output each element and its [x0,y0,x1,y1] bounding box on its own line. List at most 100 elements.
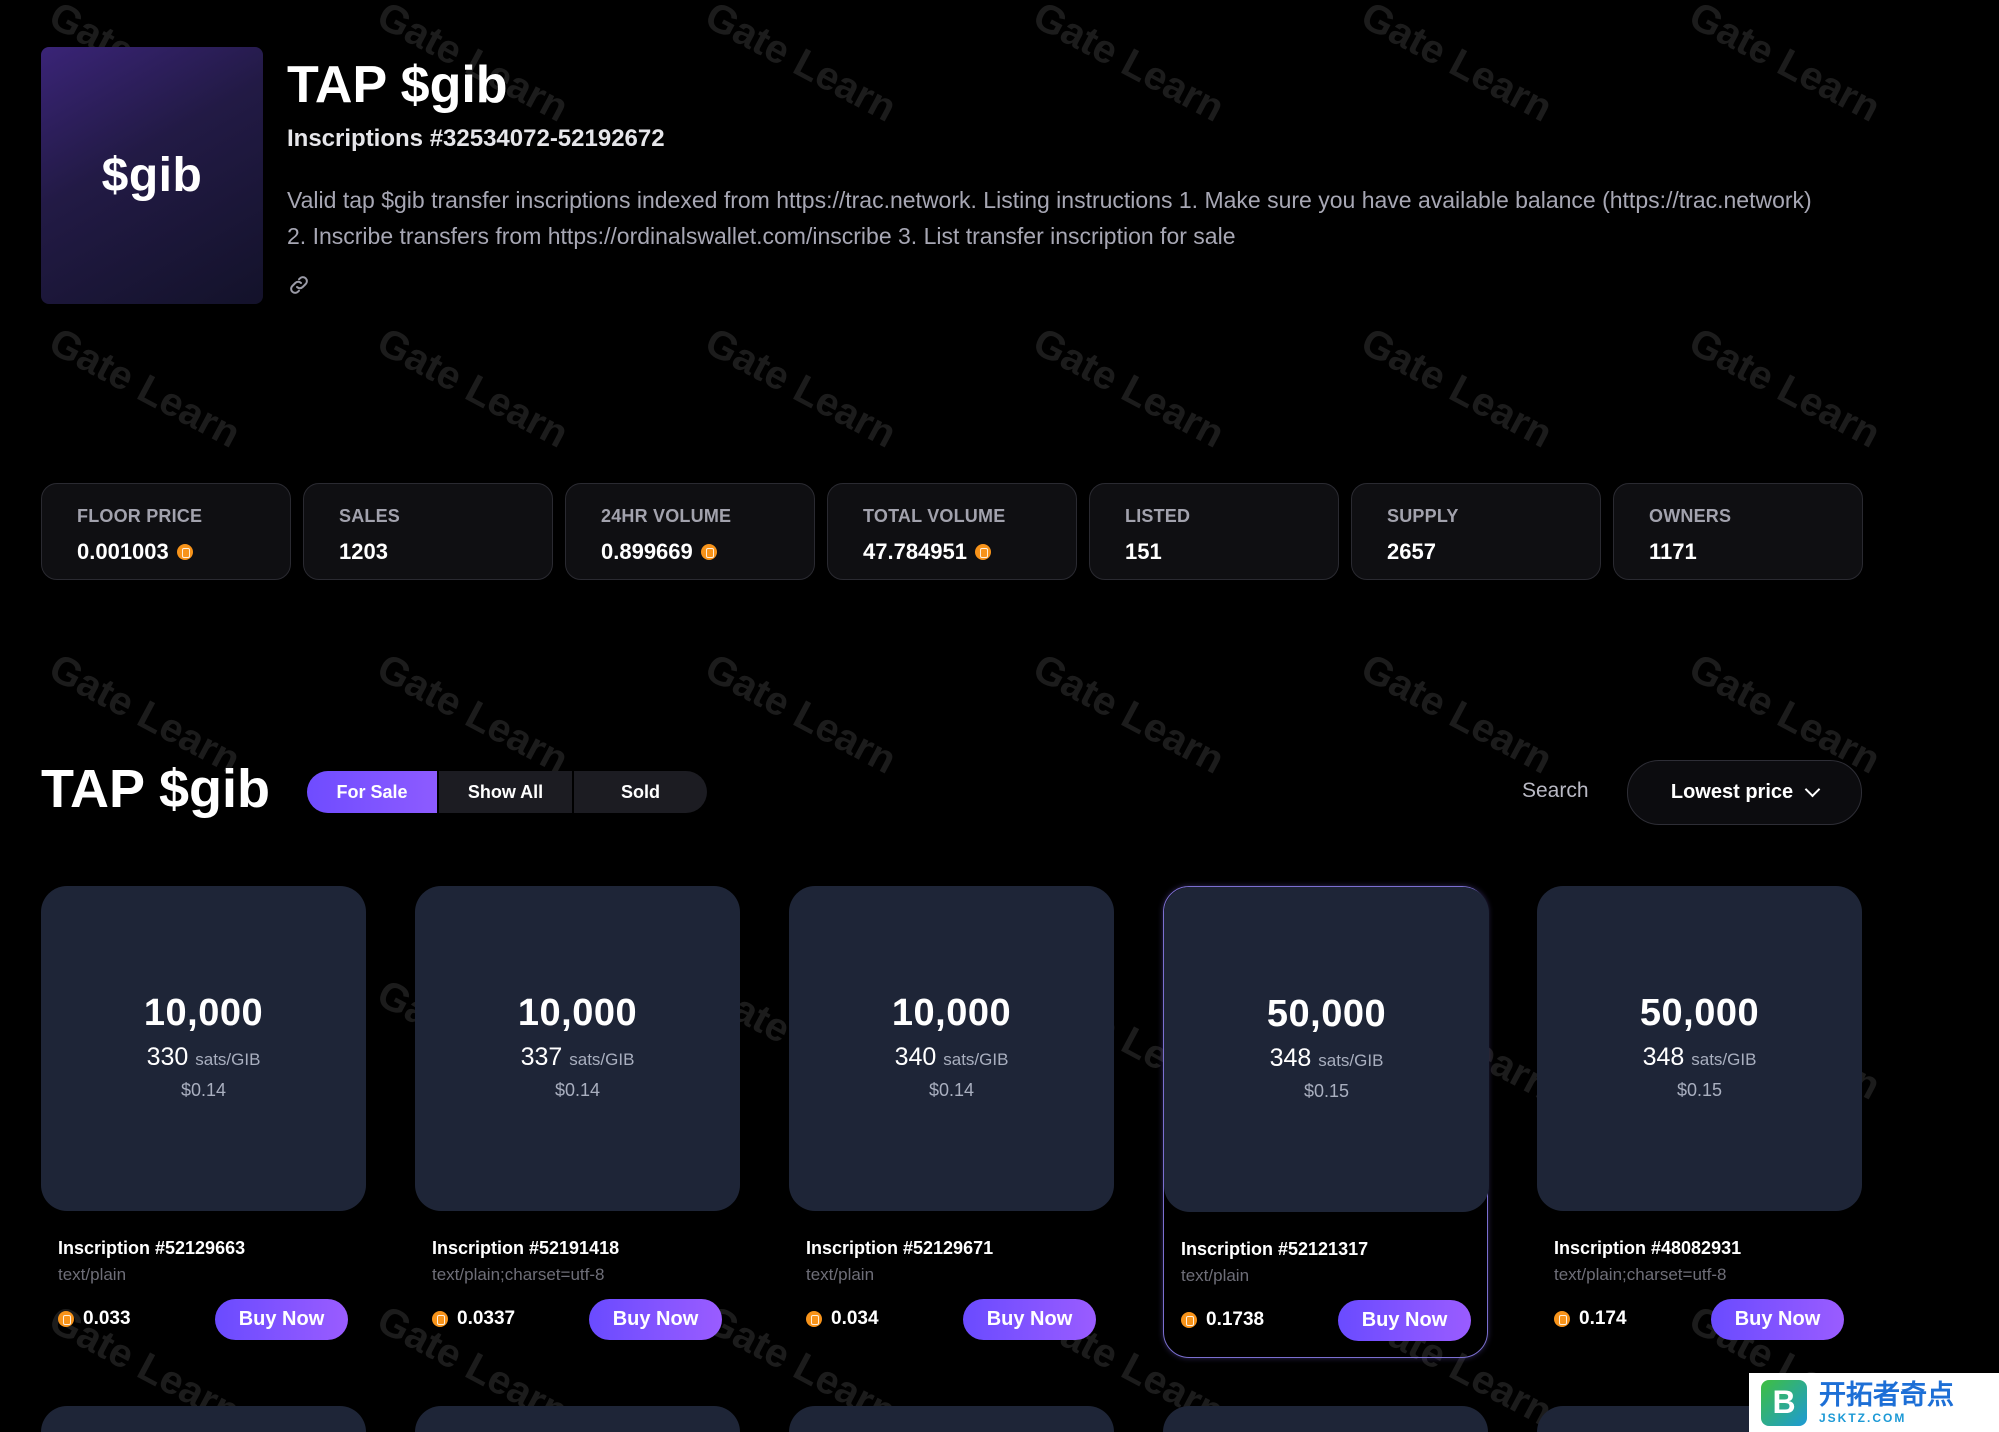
listing-price: 0.174 [1554,1308,1627,1330]
watermark-text: Gate Learn [1682,319,1888,457]
stat-card: TOTAL VOLUME 47.784951 [827,483,1077,580]
site-badge: B 开拓者奇点 JSKTZ.COM [1749,1373,1999,1432]
search-button[interactable]: Search [1522,779,1589,803]
unit-price-value: 340 [894,1043,937,1071]
stat-value-text: 0.899669 [601,539,693,564]
listing-price: 0.033 [58,1308,131,1330]
page-title: TAP $gib [287,56,508,114]
listing-filter: For Sale Show All Sold [307,771,707,813]
unit-price: 348 sats/GIB [1164,1044,1489,1073]
inscription-preview[interactable]: 10,000 330 sats/GIB $0.14 [41,886,366,1211]
stats-row: FLOOR PRICE 0.001003 SALES 1203 24HR VOLUME 0… [41,483,1863,580]
stat-value: 151 [1125,539,1338,565]
inscriptions-range: Inscriptions #32534072-52192672 [287,125,665,152]
listing-card[interactable]: 50,000 348 sats/GIB $0.15 Inscription #5212… [1163,886,1489,1358]
badge-logo: B [1761,1379,1807,1426]
buy-now-button[interactable]: Buy Now [1711,1299,1844,1340]
collection-logo: $gib [41,47,263,304]
stat-card: 24HR VOLUME 0.899669 [565,483,815,580]
unit-price-unit: sats/GIB [569,1050,635,1069]
inscription-preview[interactable]: 50,000 348 sats/GIB $0.15 [1537,886,1862,1211]
collection-logo-text: $gib [101,149,203,202]
unit-price: 348 sats/GIB [1537,1043,1862,1072]
unit-price-unit: sats/GIB [1318,1051,1384,1070]
buy-now-button[interactable]: Buy Now [215,1299,348,1340]
filter-tab-for-sale[interactable]: For Sale [307,771,439,813]
inscription-name: Inscription #48082931 [1554,1238,1742,1258]
unit-price-value: 330 [146,1043,189,1071]
watermark-text: Gate Learn [698,645,904,783]
stat-label: OWNERS [1649,506,1732,526]
token-amount: 10,000 [891,992,1012,1034]
listing-card[interactable]: 50,000 348 sats/GIB $0.15 Inscription #4808… [1537,886,1862,1358]
stat-label: FLOOR PRICE [77,506,203,526]
stat-card: FLOOR PRICE 0.001003 [41,483,291,580]
token-amount: 50,000 [1266,993,1387,1035]
buy-now-button[interactable]: Buy Now [589,1299,722,1340]
listing-price-value: 0.1738 [1206,1309,1265,1330]
chevron-down-icon [1804,781,1821,798]
bitcoin-icon [806,1311,822,1327]
usd-price: $0.14 [180,1080,227,1100]
stat-value-text: 151 [1125,539,1162,564]
inscription-preview[interactable]: 50,000 348 sats/GIB $0.15 [1164,887,1489,1212]
stat-value: 1171 [1649,539,1862,565]
stat-card: LISTED 151 [1089,483,1339,580]
content-type: text/plain;charset=utf-8 [1554,1265,1727,1284]
listing-card[interactable]: 10,000 337 sats/GIB $0.14 Inscription #5219… [415,886,740,1358]
collection-description: Valid tap $gib transfer inscriptions ind… [287,187,1812,249]
stat-label: SUPPLY [1387,506,1459,526]
inscription-preview[interactable]: 10,000 340 sats/GIB $0.14 [789,886,1114,1211]
unit-price-value: 348 [1642,1043,1685,1071]
buy-now-button[interactable]: Buy Now [1338,1300,1471,1341]
listing-price: 0.0337 [432,1308,515,1330]
listing-card-partial[interactable] [789,1406,1114,1432]
watermark-text: Gate Learn [42,319,248,457]
inscription-name: Inscription #52121317 [1181,1239,1369,1259]
stat-value-text: 0.001003 [77,539,169,564]
listing-price: 0.1738 [1181,1309,1264,1331]
listing-card[interactable]: 10,000 340 sats/GIB $0.14 Inscription #5212… [789,886,1114,1358]
listing-grid: 10,000 330 sats/GIB $0.14 Inscription #5212… [41,886,1862,1358]
usd-price: $0.14 [928,1080,975,1100]
watermark-text: Gate Learn [1354,645,1560,783]
listing-card-partial[interactable] [41,1406,366,1432]
listing-card-partial[interactable] [1163,1406,1488,1432]
watermark-text: Gate Learn [1026,319,1232,457]
stat-value: 1203 [339,539,552,565]
stat-label: SALES [339,506,401,526]
listing-card[interactable]: 10,000 330 sats/GIB $0.14 Inscription #5212… [41,886,366,1358]
token-amount: 10,000 [517,992,638,1034]
inscription-preview[interactable]: 10,000 337 sats/GIB $0.14 [415,886,740,1211]
watermark-text: Gate Learn [370,645,576,783]
listing-card-partial[interactable] [415,1406,740,1432]
collection-title: TAP $gib [41,759,271,819]
buy-now-button[interactable]: Buy Now [963,1299,1096,1340]
filter-tab-show-all[interactable]: Show All [439,771,574,813]
inscription-name: Inscription #52129663 [58,1238,246,1258]
listing-price-value: 0.0337 [457,1308,516,1329]
stat-value: 0.001003 [77,539,290,565]
stat-value: 0.899669 [601,539,814,565]
listing-grid-next-row [41,1406,1862,1432]
link-icon[interactable] [287,273,311,297]
badge-url: JSKTZ.COM [1819,1410,1907,1425]
unit-price-unit: sats/GIB [1691,1050,1757,1069]
bitcoin-icon [1554,1311,1570,1327]
unit-price: 337 sats/GIB [415,1043,740,1072]
stat-card: SUPPLY 2657 [1351,483,1601,580]
stat-card: SALES 1203 [303,483,553,580]
stat-value: 2657 [1387,539,1600,565]
sort-select-value: Lowest price [1670,781,1794,803]
watermark-text: Gate Learn [698,319,904,457]
token-amount: 50,000 [1639,992,1760,1034]
sort-select[interactable]: Lowest price [1627,760,1862,825]
listing-price-value: 0.033 [83,1308,131,1329]
unit-price-value: 337 [520,1043,563,1071]
badge-title: 开拓者奇点 [1819,1379,1954,1411]
unit-price-unit: sats/GIB [195,1050,261,1069]
content-type: text/plain [58,1265,127,1284]
listing-price: 0.034 [806,1308,879,1330]
filter-tab-sold[interactable]: Sold [574,771,707,813]
listing-price-value: 0.034 [831,1308,879,1329]
